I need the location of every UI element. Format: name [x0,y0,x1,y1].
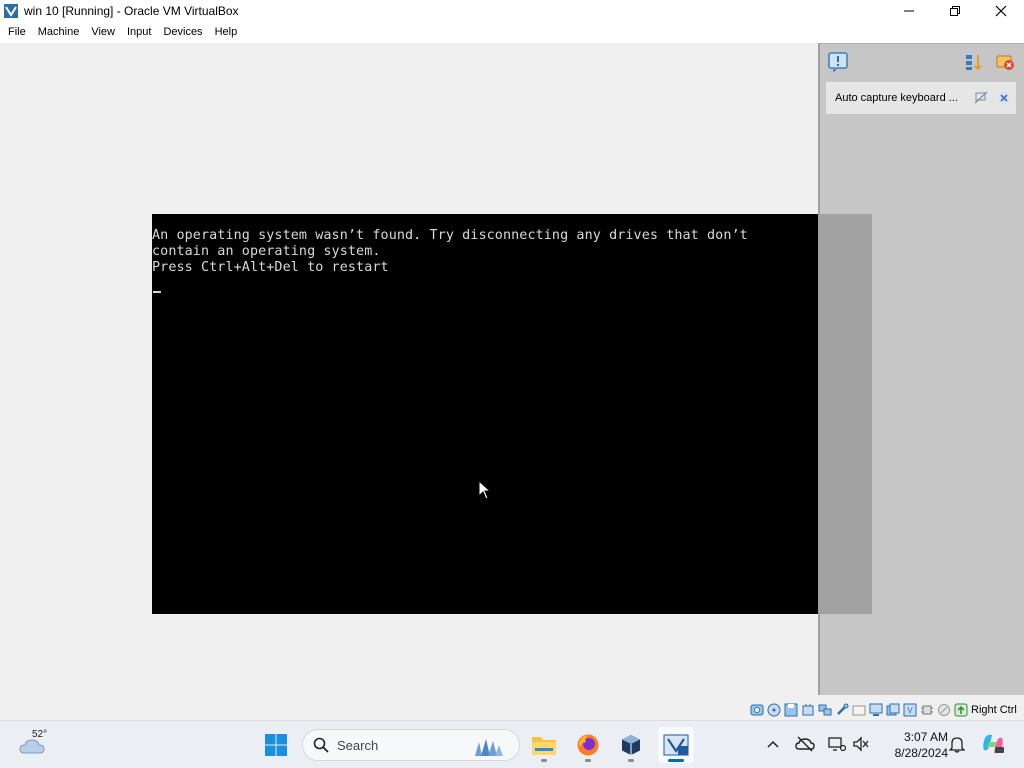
start-button[interactable] [258,727,294,763]
hard-disk-icon[interactable] [748,702,765,718]
windows-logo-icon [265,734,287,756]
floppy-icon[interactable] [782,702,799,718]
taskbar-search-box[interactable]: Search [302,729,520,761]
notification-message: Auto capture keyboard ... [835,92,958,104]
menu-view[interactable]: View [85,22,121,43]
bell-icon [949,737,965,753]
dismiss-all-icon[interactable] [995,52,1015,72]
virtualbox-app-icon [4,4,18,18]
host-key-label[interactable]: Right Ctrl [971,704,1017,716]
cloud-offline-icon [795,736,815,752]
vm-console-screen[interactable]: An operating system wasn’t found. Try di… [152,214,872,614]
virtualbox-manager-app[interactable] [613,727,649,763]
notifications-button[interactable] [946,733,968,755]
network-icon[interactable] [816,702,833,718]
folder-icon [532,737,556,755]
search-icon [313,737,329,753]
sort-notifications-icon[interactable] [964,52,984,72]
volume-tray[interactable] [850,733,872,755]
running-indicator [628,759,634,762]
vm-status-bar: V Right Ctrl [0,700,1024,720]
mouse-integration-icon[interactable] [935,702,952,718]
optical-drive-icon[interactable] [765,702,782,718]
audio-icon[interactable] [799,702,816,718]
close-icon [995,5,1007,17]
video-capture-icon[interactable] [884,702,901,718]
show-hidden-icons-button[interactable] [762,733,784,755]
restore-button[interactable] [932,0,978,22]
onedrive-tray[interactable] [794,733,816,755]
search-highlight-icon [475,739,503,756]
chevron-up-icon [767,740,779,748]
notification-item[interactable]: Auto capture keyboard ... [826,82,1016,114]
weather-temperature: 52° [32,729,48,740]
file-explorer-app[interactable] [526,727,562,763]
keyboard-icon[interactable] [952,702,969,718]
copilot-icon [983,734,1004,754]
console-line: An operating system wasn’t found. Try di… [152,228,748,243]
menu-devices[interactable]: Devices [157,22,208,43]
windows-taskbar: 52° Search 3:07 AM 8/28/2024 [0,720,1024,768]
clock-time: 3:07 AM [903,730,948,744]
running-indicator [585,759,591,762]
active-indicator [668,759,684,762]
minimize-button[interactable] [886,0,932,22]
clock-date: 8/28/2024 [894,746,948,760]
running-indicator [541,759,547,762]
minimize-icon [904,10,914,12]
console-line: Press Ctrl+Alt+Del to restart [152,260,389,275]
restore-icon [950,6,960,16]
virtualization-icon[interactable]: V [901,702,918,718]
console-line: contain an operating system. [152,244,381,259]
window-title: win 10 [Running] - Oracle VM VirtualBox [24,4,239,18]
search-label: Search [337,737,379,753]
menu-file[interactable]: File [2,22,32,43]
firefox-icon [577,734,599,756]
menu-bar: File Machine View Input Devices Help [0,22,1024,43]
speaker-muted-icon [853,736,869,752]
cpu-icon[interactable] [918,702,935,718]
usb-icon[interactable] [833,702,850,718]
svg-text:V: V [907,706,913,715]
notification-center-panel: Auto capture keyboard ... [818,43,1024,695]
menu-input[interactable]: Input [121,22,157,43]
close-notification-icon[interactable] [997,91,1011,105]
network-tray[interactable] [826,733,848,755]
network-status-icon [828,737,846,752]
taskbar-clock[interactable]: 3:07 AM 8/28/2024 [878,729,948,761]
notification-center-icon[interactable] [828,52,848,72]
do-not-show-again-icon[interactable] [974,91,988,105]
display-icon[interactable] [867,702,884,718]
shared-folders-icon[interactable] [850,702,867,718]
mouse-pointer-icon [478,480,492,500]
win10-vm-icon [663,734,689,756]
virtualbox-cube-icon [622,735,640,755]
copilot-button[interactable] [980,731,1006,757]
close-button[interactable] [978,0,1024,22]
text-cursor [153,291,161,293]
title-bar[interactable]: win 10 [Running] - Oracle VM VirtualBox [0,0,1024,22]
menu-help[interactable]: Help [209,22,244,43]
menu-machine[interactable]: Machine [32,22,86,43]
vm-window-app[interactable] [658,727,694,763]
firefox-app[interactable] [570,727,606,763]
